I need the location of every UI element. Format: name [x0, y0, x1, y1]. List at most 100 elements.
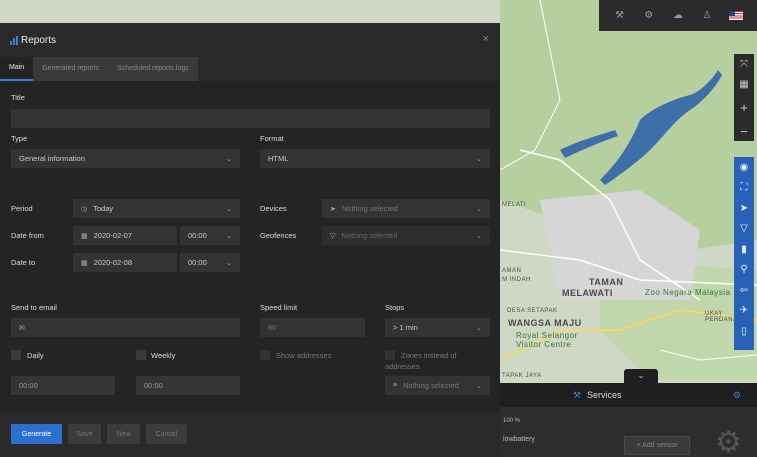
user-icon[interactable]: ♙: [700, 9, 714, 23]
pin-icon[interactable]: ⚲: [734, 260, 754, 281]
plane-icon[interactable]: ✈: [734, 301, 754, 322]
navigate-icon: ➤: [330, 205, 336, 213]
app-root: MELATI AMAN M INDAH TAMAN MELAWATI DESA …: [0, 0, 757, 457]
zoom-in-icon[interactable]: +: [734, 94, 754, 121]
tab-generated-reports[interactable]: Generated reports: [33, 57, 108, 81]
tab-scheduled-reports-logs[interactable]: Scheduled reports logs: [108, 57, 198, 81]
map-label-taman: TAMAN: [589, 277, 624, 287]
devices-select[interactable]: ➤ Nothing selected ⌄: [322, 199, 490, 218]
poi-royal-selangor[interactable]: Royal Selangor: [516, 331, 578, 340]
title-input[interactable]: [11, 109, 490, 128]
geofences-label: Geofences: [260, 231, 297, 240]
chevron-down-icon: ⌄: [226, 259, 232, 267]
services-panel: 100 % lowbattery + Add sensor ⚙: [500, 407, 757, 457]
chevron-down-icon: ⌄: [637, 371, 645, 380]
stops-value: > 1 min: [393, 323, 418, 332]
fullscreen-icon[interactable]: ⤧: [734, 54, 754, 74]
clock-icon: ◷: [81, 205, 88, 213]
date-to-time-select[interactable]: 00:00 ⌄: [180, 253, 240, 272]
zones-label-line2: addresses: [385, 362, 420, 371]
route-icon: ▽: [330, 232, 336, 240]
progress-text: 100 %: [503, 418, 521, 424]
flag-us-icon[interactable]: [729, 11, 744, 20]
map-controls: ⤧ ▦ + −: [734, 54, 754, 141]
period-select[interactable]: ◷ Today ⌄: [73, 199, 240, 218]
daily-time-input[interactable]: 00:00: [11, 376, 115, 395]
modal-header: Reports ×: [0, 23, 500, 57]
speed-limit-input[interactable]: 60: [260, 318, 365, 337]
geofences-select[interactable]: ▽ Nothing selected ⌄: [322, 226, 490, 245]
show-addresses-checkbox[interactable]: [260, 350, 270, 360]
tools-icon[interactable]: ⚒: [613, 9, 627, 23]
poi-visitor-centre[interactable]: Visitor Centre: [516, 340, 571, 349]
date-to-value: 2020-02-08: [93, 258, 132, 267]
services-gear-icon[interactable]: ⚙: [733, 390, 741, 401]
lock-icon[interactable]: ▮: [734, 239, 754, 260]
date-to-label: Date to: [11, 258, 36, 267]
send-email-label: Send to email: [11, 303, 57, 312]
calendar-icon: ▦: [81, 232, 88, 240]
devices-label: Devices: [260, 204, 287, 213]
chevron-down-icon: ⌄: [476, 155, 482, 163]
map-label-desa-setapak: DESA SETAPAK: [507, 308, 558, 314]
format-select[interactable]: HTML ⌄: [260, 149, 490, 168]
zones-value: Nothing selected: [403, 381, 459, 390]
services-bar[interactable]: ⚒ Services ⚙: [500, 383, 757, 407]
back-icon[interactable]: ⇦: [734, 280, 754, 301]
modal-body: Title Type General information ⌄ Format …: [0, 81, 500, 413]
send-email-input[interactable]: ✉: [11, 318, 240, 337]
devices-value: Nothing selected: [341, 204, 398, 213]
daily-checkbox[interactable]: [11, 350, 21, 360]
zones-select[interactable]: ≡ Nothing selected ⌄: [385, 376, 490, 395]
map-label-tapak-jaya: TAPAK JAYA: [502, 373, 542, 379]
save-button[interactable]: Save: [68, 424, 101, 444]
focus-icon[interactable]: ⛶: [734, 178, 754, 199]
add-sensor-button[interactable]: + Add sensor: [624, 436, 690, 455]
weekly-label: Weekly: [151, 351, 176, 360]
date-from-value: 2020-02-07: [93, 231, 132, 240]
map-label-melati: MELATI: [502, 202, 527, 208]
battery-icon[interactable]: ▯: [734, 321, 754, 342]
new-button[interactable]: New: [107, 424, 140, 444]
chevron-down-icon: ⌄: [476, 324, 482, 332]
chart-icon: [10, 35, 18, 45]
chevron-down-icon: ⌄: [476, 382, 482, 390]
daily-label: Daily: [27, 351, 44, 360]
stops-select[interactable]: > 1 min ⌄: [385, 318, 490, 337]
navigate-icon[interactable]: ➤: [734, 198, 754, 219]
route-icon[interactable]: ▽: [734, 219, 754, 240]
map-label-melawati: MELAWATI: [562, 288, 613, 298]
map-label-indah: M INDAH: [502, 277, 531, 283]
cancel-button[interactable]: Cancel: [146, 424, 187, 444]
map-icon[interactable]: ▦: [734, 74, 754, 94]
date-from-time-select[interactable]: 00:00 ⌄: [180, 226, 240, 245]
modal-footer: Generate Save New Cancel: [0, 413, 500, 457]
date-from-input[interactable]: ▦ 2020-02-07: [73, 226, 177, 245]
zones-label-line1: Zones instead of: [401, 351, 457, 360]
poi-zoo-negara[interactable]: Zoo Negara Malaysia: [645, 288, 731, 297]
date-to-input[interactable]: ▦ 2020-02-08: [73, 253, 177, 272]
weekly-time-input[interactable]: 00:00: [136, 376, 240, 395]
title-label: Title: [11, 93, 25, 102]
chat-icon[interactable]: ☁: [671, 9, 685, 23]
map-label-wangsa-maju: WANGSA MAJU: [508, 318, 582, 328]
chevron-down-icon: ⌄: [476, 205, 482, 213]
period-value: Today: [93, 204, 114, 213]
weekly-checkbox[interactable]: [136, 350, 146, 360]
generate-button[interactable]: Generate: [11, 424, 62, 444]
type-select[interactable]: General information ⌄: [11, 149, 240, 168]
layers-icon[interactable]: ◉: [734, 157, 754, 178]
wrench-icon: ⚒: [573, 389, 582, 400]
services-label: Services: [587, 390, 622, 400]
tab-main[interactable]: Main: [0, 57, 34, 81]
zones-checkbox[interactable]: [385, 350, 395, 360]
calendar-icon: ▦: [81, 259, 88, 267]
close-icon[interactable]: ×: [483, 33, 489, 45]
chevron-down-icon: ⌄: [226, 232, 232, 240]
zoom-out-icon[interactable]: −: [734, 121, 754, 141]
settings-gear-icon: ⚙: [715, 426, 742, 457]
services-toggle[interactable]: ⌄: [624, 369, 658, 383]
gear-icon[interactable]: ⚙: [642, 9, 656, 23]
date-from-label: Date from: [11, 231, 44, 240]
chevron-down-icon: ⌄: [226, 205, 232, 213]
